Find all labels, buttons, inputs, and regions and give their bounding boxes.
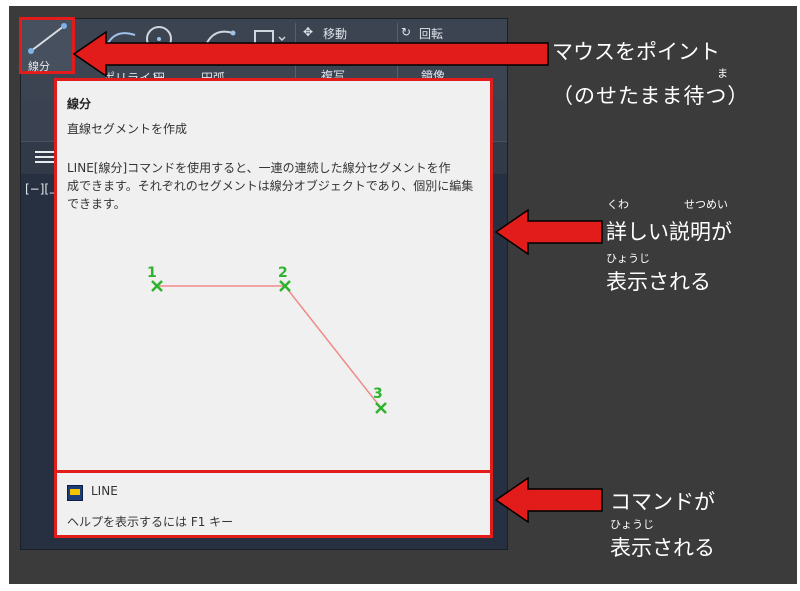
- point-2-label: 2: [278, 265, 288, 281]
- point-3-marker: [375, 402, 387, 414]
- command-callout-line2: 表示される: [610, 536, 715, 560]
- description-callout-ruby-hyouji: ひょうじ: [606, 252, 650, 265]
- line-tool-icon: [28, 23, 67, 54]
- tooltip-description: LINE[線分]コマンドを使用すると、一連の連続した線分セグメントを作 成できま…: [67, 161, 474, 211]
- command-callout-ruby: ひょうじ: [610, 518, 654, 531]
- tooltip-help-hint: ヘルプを表示するには F1 キー: [67, 515, 234, 529]
- tooltip-title: 線分: [67, 97, 92, 111]
- tooltip-divider: [57, 470, 490, 473]
- tooltip-subtitle: 直線セグメントを作成: [67, 122, 188, 136]
- description-callout-ruby-setsumei: せつめい: [684, 198, 728, 211]
- point-3-label: 3: [373, 386, 383, 402]
- line-tool-label: 線分: [28, 60, 50, 73]
- tooltip-command-name: LINE: [91, 484, 118, 498]
- hover-callout-ruby: ま: [717, 67, 728, 80]
- point-1-label: 1: [147, 265, 157, 281]
- command-callout-line1: コマンドが: [610, 490, 715, 514]
- description-callout-line2: 表示される: [606, 270, 711, 294]
- menu-icon[interactable]: [35, 148, 55, 166]
- hover-callout-line2: （のせたまま待つ）: [552, 84, 750, 108]
- command-icon: [67, 485, 83, 501]
- hover-callout-line1: マウスをポイント: [552, 40, 720, 64]
- segment-2-3: [284, 285, 382, 409]
- line-tool-button[interactable]: 線分: [19, 17, 75, 74]
- hover-arrow: [72, 30, 549, 78]
- tooltip-panel: 線分 直線セグメントを作成 LINE[線分]コマンドを使用すると、一連の連続した…: [54, 78, 493, 538]
- tooltip-diagram: 1 2 3: [147, 265, 387, 414]
- description-arrow: [494, 208, 603, 256]
- command-arrow: [494, 476, 603, 524]
- description-callout-ruby-kuwa: くわ: [607, 198, 629, 211]
- tutorial-figure: ✥ 移動 ↻ 回転 ポリライン 円 円弧 複写 鏡像 [−][上] 線分 線分 …: [0, 0, 800, 591]
- description-callout-line1: 詳しい説明が: [606, 220, 732, 244]
